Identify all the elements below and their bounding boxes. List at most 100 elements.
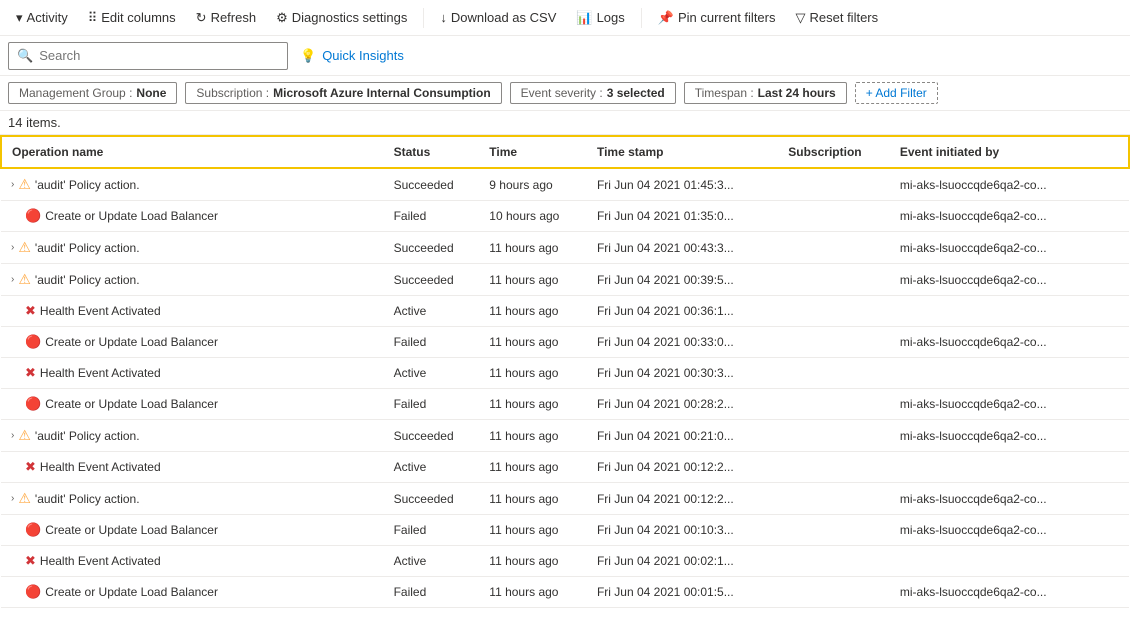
refresh-button[interactable]: ↻ Refresh	[188, 6, 264, 30]
cell-subscription	[778, 358, 890, 389]
operation-text: 'audit' Policy action.	[35, 241, 140, 255]
col-header-status[interactable]: Status	[384, 136, 480, 168]
expand-button[interactable]: ›	[11, 242, 14, 253]
cell-time: 11 hours ago	[479, 483, 587, 515]
cell-timestamp: Fri Jun 04 2021 00:01:5...	[587, 577, 778, 608]
cell-initiator	[890, 358, 1129, 389]
table-row[interactable]: 🔴Create or Update Load BalancerFailed11 …	[1, 389, 1129, 420]
col-header-initiator[interactable]: Event initiated by	[890, 136, 1129, 168]
cell-timestamp: Fri Jun 04 2021 00:12:2...	[587, 483, 778, 515]
search-bar: 🔍 💡 Quick Insights	[0, 36, 1130, 76]
management-group-filter[interactable]: Management Group : None	[8, 82, 177, 104]
table-row[interactable]: ›⚠'audit' Policy action.Succeeded11 hour…	[1, 483, 1129, 515]
health-icon: ✖	[25, 303, 36, 319]
reset-icon: ▽	[796, 10, 806, 26]
col-header-timestamp[interactable]: Time stamp	[587, 136, 778, 168]
search-input[interactable]	[39, 48, 279, 63]
management-group-label: Management Group :	[19, 86, 132, 100]
cell-status: Failed	[384, 515, 480, 546]
cell-time: 11 hours ago	[479, 420, 587, 452]
cell-timestamp: Fri Jun 04 2021 00:30:3...	[587, 358, 778, 389]
warning-icon: ⚠	[18, 239, 31, 256]
cell-status: Failed	[384, 577, 480, 608]
table-row[interactable]: ✖Health Event ActivatedActive11 hours ag…	[1, 546, 1129, 577]
cell-initiator: mi-aks-lsuoccqde6qa2-co...	[890, 420, 1129, 452]
management-group-value: None	[136, 86, 166, 100]
cell-initiator: mi-aks-lsuoccqde6qa2-co...	[890, 389, 1129, 420]
operation-text: 'audit' Policy action.	[35, 492, 140, 506]
item-count-text: 14 items.	[8, 115, 61, 130]
error-icon: 🔴	[25, 334, 41, 350]
cell-initiator: mi-aks-lsuoccqde6qa2-co...	[890, 201, 1129, 232]
cell-time: 11 hours ago	[479, 389, 587, 420]
divider-1	[423, 8, 424, 28]
add-filter-button[interactable]: + Add Filter	[855, 82, 938, 104]
cell-time: 11 hours ago	[479, 264, 587, 296]
cell-initiator: mi-aks-lsuoccqde6qa2-co...	[890, 327, 1129, 358]
table-row[interactable]: ›⚠'audit' Policy action.Succeeded11 hour…	[1, 232, 1129, 264]
subscription-label: Subscription :	[196, 86, 269, 100]
operation-text: Create or Update Load Balancer	[45, 523, 218, 537]
cell-operation: ›⚠'audit' Policy action.	[1, 168, 384, 201]
col-header-operation[interactable]: Operation name	[1, 136, 384, 168]
download-icon: ↓	[440, 10, 447, 25]
diagnostics-button[interactable]: ⚙ Diagnostics settings	[268, 6, 415, 30]
event-severity-label: Event severity :	[521, 86, 603, 100]
quick-insights-button[interactable]: 💡 Quick Insights	[300, 48, 404, 64]
toolbar: ▾ Activity ⠿ Edit columns ↻ Refresh ⚙ Di…	[0, 0, 1130, 36]
quick-insights-label: Quick Insights	[322, 48, 404, 63]
cell-operation: ✖Health Event Activated	[1, 452, 384, 483]
search-wrap[interactable]: 🔍	[8, 42, 288, 70]
expand-button[interactable]: ›	[11, 493, 14, 504]
subscription-filter[interactable]: Subscription : Microsoft Azure Internal …	[185, 82, 501, 104]
expand-button[interactable]: ›	[11, 179, 14, 190]
cell-status: Succeeded	[384, 420, 480, 452]
expand-button[interactable]: ›	[11, 274, 14, 285]
table-row[interactable]: 🔴Create or Update Load BalancerFailed10 …	[1, 201, 1129, 232]
table-row[interactable]: 🔴Create or Update Load BalancerFailed11 …	[1, 515, 1129, 546]
table-row[interactable]: ✖Health Event ActivatedActive11 hours ag…	[1, 296, 1129, 327]
cell-timestamp: Fri Jun 04 2021 00:36:1...	[587, 296, 778, 327]
cell-operation: ›⚠'audit' Policy action.	[1, 420, 384, 452]
cell-operation: 🔴Create or Update Load Balancer	[1, 577, 384, 608]
timespan-filter[interactable]: Timespan : Last 24 hours	[684, 82, 847, 104]
table-row[interactable]: ✖Health Event ActivatedActive11 hours ag…	[1, 358, 1129, 389]
event-severity-filter[interactable]: Event severity : 3 selected	[510, 82, 676, 104]
col-header-subscription[interactable]: Subscription	[778, 136, 890, 168]
table-row[interactable]: ›⚠'audit' Policy action.Succeeded11 hour…	[1, 420, 1129, 452]
expand-button[interactable]: ›	[11, 430, 14, 441]
activity-button[interactable]: ▾ Activity	[8, 6, 76, 30]
cell-subscription	[778, 327, 890, 358]
refresh-label: Refresh	[211, 10, 257, 25]
operation-text: 'audit' Policy action.	[35, 273, 140, 287]
download-button[interactable]: ↓ Download as CSV	[432, 6, 564, 29]
cell-initiator: mi-aks-lsuoccqde6qa2-co...	[890, 577, 1129, 608]
warning-icon: ⚠	[18, 427, 31, 444]
cell-timestamp: Fri Jun 04 2021 01:35:0...	[587, 201, 778, 232]
cell-status: Succeeded	[384, 264, 480, 296]
cell-time: 9 hours ago	[479, 168, 587, 201]
reset-filters-label: Reset filters	[810, 10, 879, 25]
table-row[interactable]: 🔴Create or Update Load BalancerFailed11 …	[1, 327, 1129, 358]
error-icon: 🔴	[25, 584, 41, 600]
operation-text: Health Event Activated	[40, 554, 161, 568]
cell-initiator	[890, 546, 1129, 577]
logs-button[interactable]: 📊 Logs	[568, 6, 632, 30]
table-row[interactable]: › ⚠ 'audit' Policy action. Succeeded11 hour…	[1, 264, 1129, 296]
cell-status: Active	[384, 296, 480, 327]
table-row[interactable]: ›⚠'audit' Policy action.Succeeded9 hours…	[1, 168, 1129, 201]
reset-filters-button[interactable]: ▽ Reset filters	[788, 6, 887, 30]
timespan-label: Timespan :	[695, 86, 754, 100]
cell-subscription	[778, 515, 890, 546]
activity-table: Operation name Status Time Time stamp Su…	[0, 135, 1130, 608]
edit-columns-button[interactable]: ⠿ Edit columns	[80, 6, 184, 30]
table-row[interactable]: ✖Health Event ActivatedActive11 hours ag…	[1, 452, 1129, 483]
pin-filters-button[interactable]: 📌 Pin current filters	[650, 6, 784, 30]
operation-text: 'audit' Policy action.	[35, 178, 140, 192]
table-row[interactable]: 🔴Create or Update Load BalancerFailed11 …	[1, 577, 1129, 608]
col-header-time[interactable]: Time	[479, 136, 587, 168]
warning-icon: ⚠	[18, 271, 31, 288]
cell-initiator: mi-aks-lsuoccqde6qa2-co...	[890, 232, 1129, 264]
table-header-row: Operation name Status Time Time stamp Su…	[1, 136, 1129, 168]
operation-text: Health Event Activated	[40, 304, 161, 318]
